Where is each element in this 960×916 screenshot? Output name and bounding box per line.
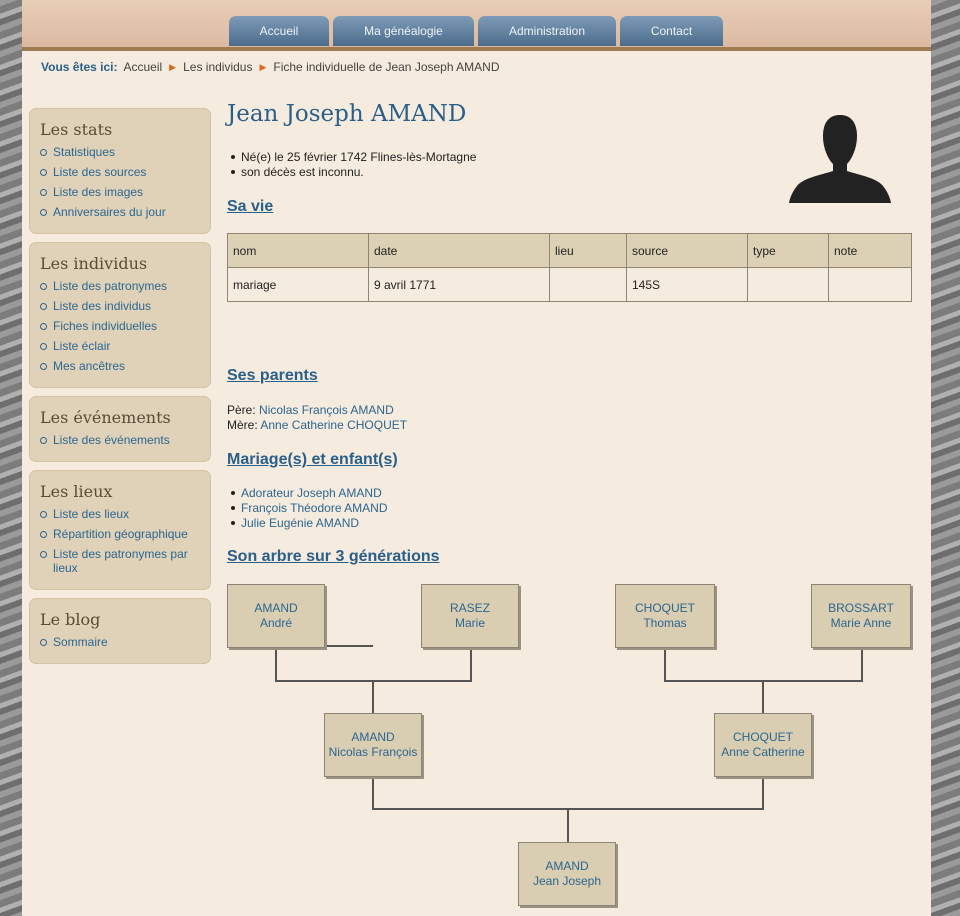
children-list: Adorateur Joseph AMAND François Théodore…: [231, 486, 388, 531]
tree-connector: [325, 645, 373, 647]
mother-link[interactable]: Anne Catherine CHOQUET: [260, 418, 407, 432]
tree-connector: [275, 647, 277, 681]
column-header: source: [626, 233, 748, 268]
sidebar-item-sources[interactable]: Liste des sources: [40, 165, 200, 179]
circle-bullet-icon: [40, 149, 47, 156]
table-cell: [828, 267, 912, 302]
person-facts: Né(e) le 25 février 1742 Flines-lès-Mort…: [230, 150, 477, 180]
death-fact: son décès est inconnu.: [230, 165, 476, 180]
table-cell: 145S: [626, 267, 748, 302]
column-header: nom: [227, 233, 369, 268]
sidebar-box-stats: Les stats Statistiques Liste des sources…: [29, 108, 211, 234]
sidebar-item-repartition[interactable]: Répartition géographique: [40, 527, 200, 541]
table-header-row: nom date lieu source type note: [227, 233, 912, 268]
triangle-right-icon: ▶: [169, 61, 177, 72]
sidebar-item-eclair[interactable]: Liste éclair: [40, 339, 200, 353]
tree-connector: [567, 808, 569, 843]
sidebar-title: Les événements: [40, 408, 171, 427]
child-link[interactable]: Adorateur Joseph AMAND: [231, 486, 388, 501]
circle-bullet-icon: [40, 189, 47, 196]
table-cell: [747, 267, 829, 302]
sidebar-item-fiches[interactable]: Fiches individuelles: [40, 319, 200, 333]
main-content: Jean Joseph AMAND Né(e) le 25 février 17…: [227, 0, 912, 916]
sidebar-box-lieux: Les lieux Liste des lieux Répartition gé…: [29, 470, 211, 590]
tree-node-grandfather-maternal[interactable]: CHOQUET Thomas: [615, 584, 715, 648]
column-header: type: [747, 233, 829, 268]
section-marriages-heading: Mariage(s) et enfant(s): [227, 451, 398, 468]
section-life-heading: Sa vie: [227, 198, 274, 215]
circle-bullet-icon: [40, 323, 47, 330]
sidebar-item-statistiques[interactable]: Statistiques: [40, 145, 200, 159]
tree-connector: [861, 647, 863, 681]
sidebar-title: Les lieux: [40, 482, 113, 501]
circle-bullet-icon: [40, 551, 47, 558]
page-title: Jean Joseph AMAND: [227, 101, 467, 127]
sidebar-item-ancetres[interactable]: Mes ancêtres: [40, 359, 200, 373]
sidebar-item-sommaire[interactable]: Sommaire: [40, 635, 200, 649]
sidebar-item-lieux[interactable]: Liste des lieux: [40, 507, 200, 521]
tree-connector: [762, 680, 764, 714]
page: Accueil Ma généalogie Administration Con…: [22, 0, 931, 916]
sidebar-item-patronymes-lieux[interactable]: Liste des patronymes par lieux: [40, 547, 200, 575]
circle-bullet-icon: [40, 303, 47, 310]
sidebar-title: Le blog: [40, 610, 101, 629]
breadcrumb-label: Vous êtes ici:: [41, 60, 118, 74]
background-right: [931, 0, 960, 916]
sidebar-title: Les individus: [40, 254, 148, 273]
breadcrumb-item-home[interactable]: Accueil: [123, 60, 162, 74]
sidebar-box-blog: Le blog Sommaire: [29, 598, 211, 664]
person-silhouette-icon: [789, 115, 891, 203]
child-link[interactable]: Julie Eugénie AMAND: [231, 516, 388, 531]
column-header: note: [828, 233, 912, 268]
circle-bullet-icon: [40, 437, 47, 444]
circle-bullet-icon: [40, 169, 47, 176]
tree-connector: [372, 680, 374, 714]
section-tree-heading: Son arbre sur 3 générations: [227, 548, 440, 565]
table-cell: 9 avril 1771: [368, 267, 550, 302]
circle-bullet-icon: [40, 209, 47, 216]
circle-bullet-icon: [40, 283, 47, 290]
circle-bullet-icon: [40, 511, 47, 518]
sidebar-box-individus: Les individus Liste des patronymes Liste…: [29, 242, 211, 388]
tree-connector: [762, 775, 764, 809]
birth-fact: Né(e) le 25 février 1742 Flines-lès-Mort…: [230, 150, 477, 164]
tree-node-mother[interactable]: CHOQUET Anne Catherine: [714, 713, 812, 777]
mother-label: Mère:: [227, 418, 258, 432]
tree-node-self[interactable]: AMAND Jean Joseph: [518, 842, 616, 906]
tree-node-grandfather-paternal[interactable]: AMAND André: [227, 584, 325, 648]
father-label: Père:: [227, 403, 256, 417]
circle-bullet-icon: [40, 343, 47, 350]
table-row: mariage 9 avril 1771 145S: [227, 267, 912, 302]
tree-connector: [470, 647, 472, 681]
events-table: nom date lieu source type note mariage 9…: [227, 233, 912, 302]
column-header: lieu: [549, 233, 627, 268]
sidebar-item-individus[interactable]: Liste des individus: [40, 299, 200, 313]
table-cell: mariage: [227, 267, 369, 302]
background-left: [0, 0, 22, 916]
column-header: date: [368, 233, 550, 268]
tree-node-grandmother-paternal[interactable]: RASEZ Marie: [421, 584, 519, 648]
tree-node-father[interactable]: AMAND Nicolas François: [324, 713, 422, 777]
section-parents-heading: Ses parents: [227, 367, 318, 384]
circle-bullet-icon: [40, 531, 47, 538]
tree-node-grandmother-maternal[interactable]: BROSSART Marie Anne: [811, 584, 911, 648]
tree-connector: [664, 647, 666, 681]
sidebar-item-patronymes[interactable]: Liste des patronymes: [40, 279, 200, 293]
sidebar-item-images[interactable]: Liste des images: [40, 185, 200, 199]
parents-block: Père: Nicolas François AMAND Mère: Anne …: [227, 403, 407, 433]
sidebar-box-evenements: Les événements Liste des événements: [29, 396, 211, 462]
sidebar: Les stats Statistiques Liste des sources…: [29, 108, 211, 672]
circle-bullet-icon: [40, 639, 47, 646]
child-link[interactable]: François Théodore AMAND: [231, 501, 388, 516]
sidebar-item-evenements[interactable]: Liste des événements: [40, 433, 200, 447]
table-cell: [549, 267, 627, 302]
circle-bullet-icon: [40, 363, 47, 370]
tree-connector: [372, 775, 374, 809]
sidebar-title: Les stats: [40, 120, 113, 139]
father-link[interactable]: Nicolas François AMAND: [259, 403, 394, 417]
sidebar-item-anniversaires[interactable]: Anniversaires du jour: [40, 205, 200, 219]
